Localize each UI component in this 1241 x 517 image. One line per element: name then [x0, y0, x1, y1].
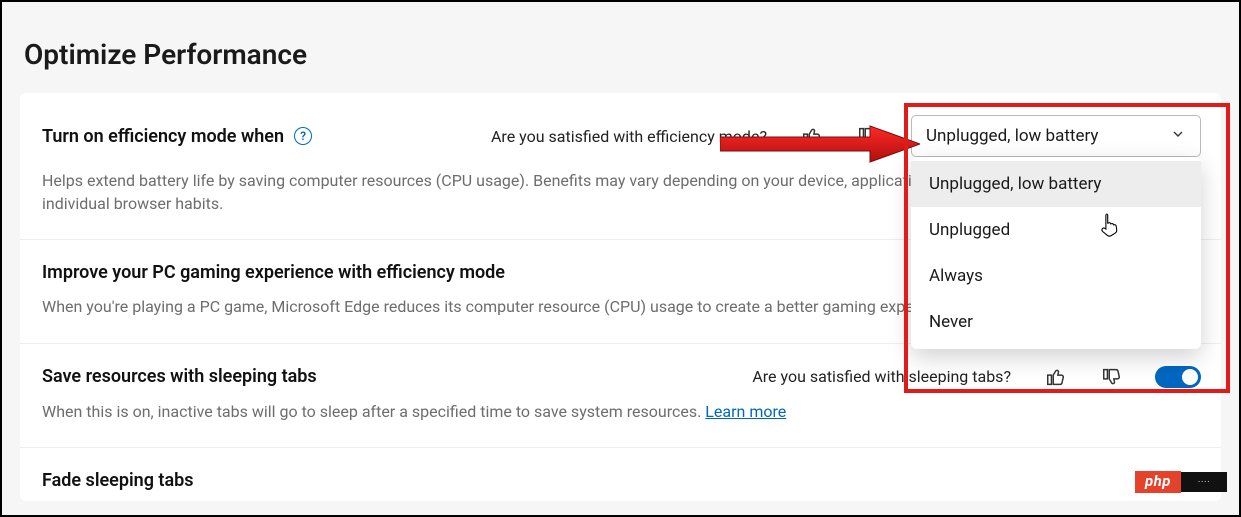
dropdown-option[interactable]: Always: [911, 253, 1201, 299]
gaming-description: When you're playing a PC game, Microsoft…: [42, 295, 1042, 318]
sleeping-tabs-title: Save resources with sleeping tabs: [42, 366, 317, 387]
efficiency-mode-dropdown-menu: Unplugged, low battery Unplugged Always …: [911, 157, 1201, 349]
watermark-brand: php: [1135, 471, 1181, 493]
sleeping-tabs-row: Save resources with sleeping tabs Are yo…: [20, 344, 1221, 448]
watermark-badge: php ····: [1135, 471, 1227, 493]
thumbs-up-icon[interactable]: [801, 125, 823, 147]
sleeping-tabs-description: When this is on, inactive tabs will go t…: [42, 400, 1042, 423]
efficiency-mode-dropdown[interactable]: Unplugged, low battery: [911, 115, 1201, 157]
fade-tabs-row: Fade sleeping tabs: [20, 448, 1221, 501]
dropdown-option[interactable]: Unplugged: [911, 207, 1201, 253]
efficiency-mode-title: Turn on efficiency mode when: [42, 126, 284, 147]
page-title: Optimize Performance: [24, 38, 1221, 71]
efficiency-mode-row: Turn on efficiency mode when ? Are you s…: [20, 93, 1221, 240]
optimize-performance-card: Turn on efficiency mode when ? Are you s…: [20, 93, 1221, 501]
watermark-tag: ····: [1181, 472, 1227, 492]
help-icon[interactable]: ?: [294, 127, 312, 145]
sleeping-feedback: Are you satisfied with sleeping tabs?: [752, 366, 1123, 388]
thumbs-down-icon[interactable]: [857, 125, 879, 147]
fade-tabs-title: Fade sleeping tabs: [42, 470, 194, 491]
dropdown-option[interactable]: Unplugged, low battery: [911, 161, 1201, 207]
thumbs-up-icon[interactable]: [1045, 366, 1067, 388]
thumbs-down-icon[interactable]: [1101, 366, 1123, 388]
gaming-title: Improve your PC gaming experience with e…: [42, 262, 505, 283]
efficiency-mode-description: Helps extend battery life by saving comp…: [42, 169, 1042, 215]
efficiency-feedback-question: Are you satisfied with efficiency mode?: [491, 127, 767, 146]
sleeping-tabs-toggle[interactable]: [1155, 366, 1201, 388]
efficiency-feedback: Are you satisfied with efficiency mode?: [491, 125, 879, 147]
learn-more-link[interactable]: Learn more: [705, 402, 786, 421]
sleeping-feedback-question: Are you satisfied with sleeping tabs?: [752, 367, 1011, 386]
chevron-down-icon: [1170, 126, 1186, 147]
efficiency-mode-selected: Unplugged, low battery: [926, 126, 1098, 146]
dropdown-option[interactable]: Never: [911, 299, 1201, 345]
